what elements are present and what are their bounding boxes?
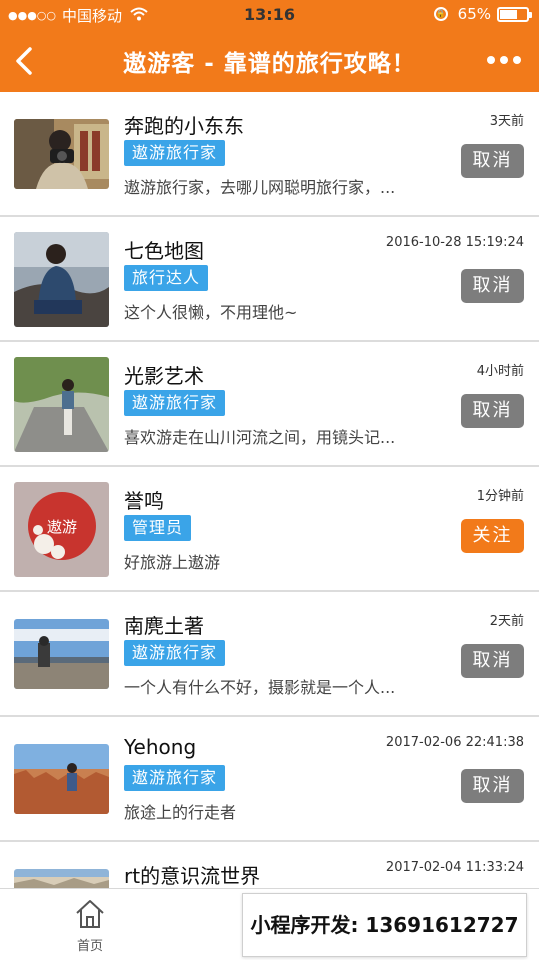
user-name: 誉鸣 [124,489,164,513]
tab-home[interactable]: 首页 [62,897,118,954]
more-menu-button[interactable] [487,56,521,64]
follow-time: 3天前 [489,114,524,129]
follow-time: 2017-02-06 22:41:38 [385,735,524,750]
promo-banner: 小程序开发: 13691612727 [242,893,527,957]
avatar-logo-text: 遨游 [47,518,77,536]
avatar[interactable]: 遨游 [14,482,109,577]
list-item[interactable]: 七色地图 2016-10-28 15:19:24 旅行达人 这个人很懒，不用理他… [0,217,539,342]
follow-list: 奔跑的小东东 3天前 遨游旅行家 遨游旅行家，去哪儿网聪明旅行家，... 取消 … [0,92,539,888]
avatar[interactable] [14,357,109,452]
unfollow-button[interactable]: 取消 [461,644,524,678]
user-name: 七色地图 [124,239,204,263]
list-item[interactable]: Yehong 2017-02-06 22:41:38 遨游旅行家 旅途上的行走者… [0,717,539,842]
page-title: 遨游客 - 靠谱的旅行攻略！ [123,51,416,77]
unfollow-button[interactable]: 取消 [461,269,524,303]
user-role-badge: 遨游旅行家 [124,640,226,666]
avatar[interactable] [14,744,109,814]
user-role-badge: 遨游旅行家 [124,390,226,416]
user-name: Yehong [124,735,197,759]
home-icon [76,900,104,928]
tab-bar: 首页 小程序开发: 13691612727 [0,888,539,960]
back-button[interactable] [12,44,40,78]
list-item[interactable]: 遨游 誉鸣 1分钟前 管理员 好旅游上遨游 关注 [0,467,539,592]
user-role-badge: 遨游旅行家 [124,765,226,791]
user-description: 旅途上的行走者 [124,803,237,822]
user-description: 一个人有什么不好，摄影就是一个人... [124,678,396,697]
user-description: 喜欢游走在山川河流之间，用镜头记... [124,428,396,447]
list-item[interactable]: 光影艺术 4小时前 遨游旅行家 喜欢游走在山川河流之间，用镜头记... 取消 [0,342,539,467]
rotation-lock-icon: 🔒 [433,7,448,21]
nav-bar: 遨游客 - 靠谱的旅行攻略！ [0,30,539,92]
status-bar: ●●●○○ 中国移动 13:16 🔒 65% [0,0,539,30]
user-description: 遨游旅行家，去哪儿网聪明旅行家，... [124,178,396,197]
avatar[interactable] [14,232,109,327]
avatar[interactable] [14,619,109,689]
user-description: 好旅游上遨游 [124,553,221,572]
user-name: rt的意识流世界 [124,864,261,888]
follow-time: 2天前 [489,614,524,629]
list-item[interactable]: 南麂土著 2天前 遨游旅行家 一个人有什么不好，摄影就是一个人... 取消 [0,592,539,717]
follow-time: 2017-02-04 11:33:24 [385,860,524,875]
user-description: 这个人很懒，不用理他~ [124,303,298,322]
user-name: 光影艺术 [124,364,204,388]
follow-time: 2016-10-28 15:19:24 [385,235,524,250]
list-item[interactable]: rt的意识流世界 2017-02-04 11:33:24 [0,842,539,888]
more-dots-icon [487,56,495,64]
follow-time: 4小时前 [476,364,524,379]
user-role-badge: 遨游旅行家 [124,140,226,166]
user-role-badge: 管理员 [124,515,192,541]
user-role-badge: 旅行达人 [124,265,209,291]
chevron-left-icon [16,47,32,75]
tab-home-label: 首页 [76,939,103,954]
battery-icon [497,6,532,22]
avatar[interactable] [14,119,109,189]
unfollow-button[interactable]: 取消 [461,394,524,428]
user-name: 奔跑的小东东 [124,114,244,138]
battery-percent: 65% [457,5,491,23]
user-name: 南麂土著 [124,614,204,638]
top-header: ●●●○○ 中国移动 13:16 🔒 65% 遨游客 - 靠谱的旅行攻略！ [0,0,539,92]
list-item[interactable]: 奔跑的小东东 3天前 遨游旅行家 遨游旅行家，去哪儿网聪明旅行家，... 取消 [0,92,539,217]
unfollow-button[interactable]: 取消 [461,144,524,178]
avatar[interactable] [14,869,109,888]
follow-time: 1分钟前 [476,489,524,504]
follow-button[interactable]: 关注 [461,519,524,553]
unfollow-button[interactable]: 取消 [461,769,524,803]
